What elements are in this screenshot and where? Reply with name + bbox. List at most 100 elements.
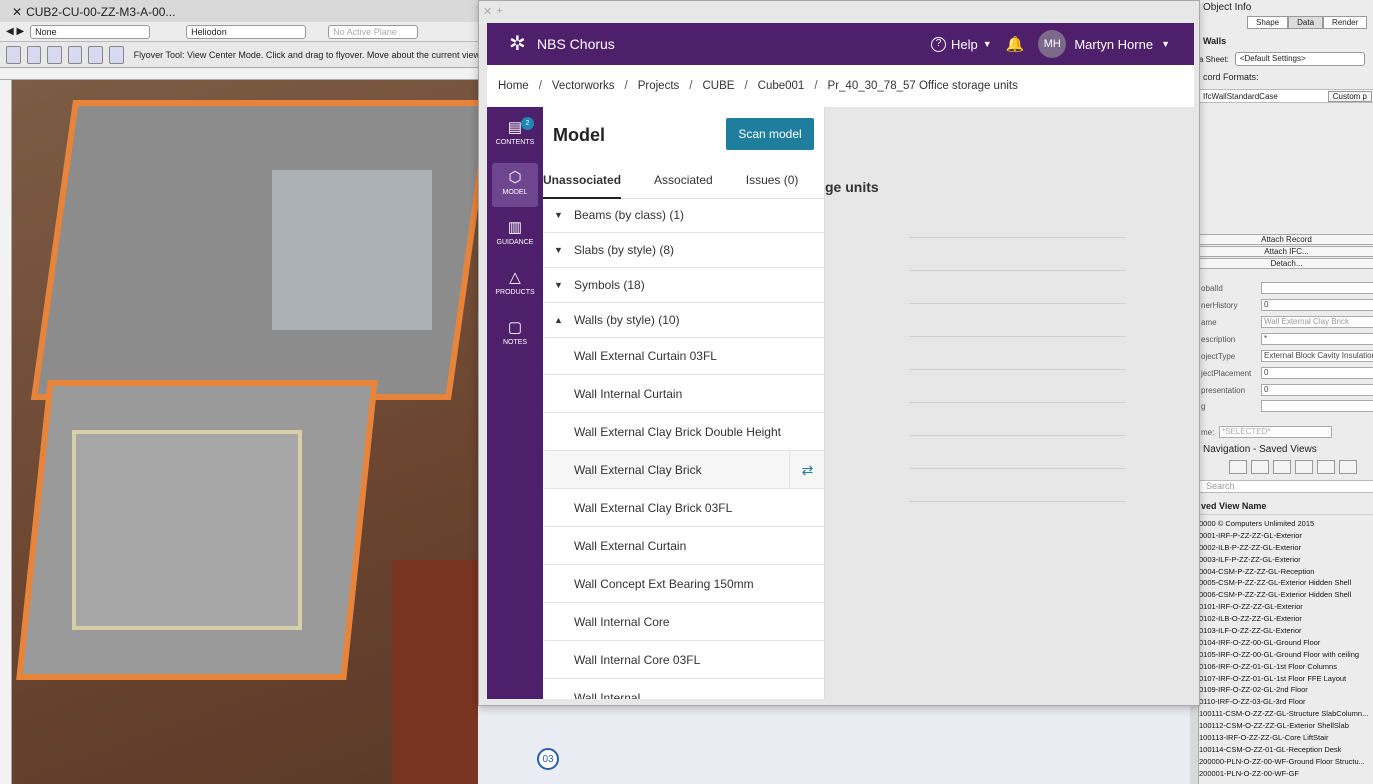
saved-view-row[interactable]: 0103-ILF-O-ZZ-ZZ-GL-Exterior	[1199, 625, 1373, 637]
saved-view-row[interactable]: 0002-ILB-P-ZZ-ZZ-GL-Exterior	[1199, 542, 1373, 554]
bell-icon[interactable]: 🔔	[1006, 35, 1025, 53]
saved-view-row[interactable]: 200000-PLN-O-ZZ-00-WF-Ground Floor Struc…	[1199, 756, 1373, 768]
layers-icon[interactable]	[1251, 460, 1269, 474]
sidenav-notes[interactable]: ▢ NOTES	[492, 313, 538, 357]
detach-button[interactable]: Detach...	[1199, 258, 1373, 269]
saved-view-row[interactable]: 0006-CSM-P-ZZ-ZZ-GL-Exterior Hidden Shel…	[1199, 589, 1373, 601]
document-tab[interactable]: ✕ CUB2-CU-00-ZZ-M3-A-00...	[12, 3, 175, 21]
list-item[interactable]: Wall External Curtain	[543, 527, 824, 565]
tool-icon[interactable]	[88, 45, 104, 64]
edit-icon[interactable]	[1339, 460, 1357, 474]
class-select[interactable]: None	[30, 24, 151, 39]
navigation-search-input[interactable]: Search	[1199, 480, 1373, 493]
saved-view-row[interactable]: 0102-ILB-O-ZZ-ZZ-GL-Exterior	[1199, 613, 1373, 625]
tab-unassociated[interactable]: Unassociated	[543, 169, 622, 199]
prop-value[interactable]: External Block Cavity Insulation	[1261, 350, 1373, 362]
list-item[interactable]: Wall Internal Curtain	[543, 375, 824, 413]
saved-view-row[interactable]: 0107-IRF-O-ZZ-01-GL-1st Floor FFE Layout	[1199, 673, 1373, 685]
plane-select[interactable]: No Active Plane	[328, 24, 419, 39]
note-icon: ▢	[507, 319, 523, 336]
saved-view-row[interactable]: 0105-IRF-O-ZZ-00-GL-Ground Floor with ce…	[1199, 649, 1373, 661]
list-item[interactable]: Wall Internal Core 03FL	[543, 641, 824, 679]
flyover-icon[interactable]	[1229, 460, 1247, 474]
saved-view-row[interactable]: 100113-IRF-O-ZZ-ZZ-GL-Core LiftStair	[1199, 732, 1373, 744]
list-item[interactable]: Wall External Clay Brick 03FL	[543, 489, 824, 527]
tab-render[interactable]: Render	[1323, 16, 1368, 29]
group-label: Walls (by style) (10)	[574, 313, 680, 327]
saved-view-row[interactable]: 0005-CSM-P-ZZ-ZZ-GL-Exterior Hidden Shel…	[1199, 577, 1373, 589]
prop-value[interactable]: Wall External Clay Brick	[1261, 316, 1373, 328]
custom-button[interactable]: Custom p	[1327, 90, 1372, 102]
model-viewport[interactable]	[12, 80, 482, 784]
saved-view-row[interactable]: 0110-IRF-O-ZZ-03-GL-3rd Floor	[1199, 696, 1373, 708]
list-item-selected[interactable]: Wall External Clay Brick ⇄	[543, 451, 824, 489]
sidenav-products[interactable]: △ PRODUCTS	[492, 263, 538, 307]
flyover-tool-icon[interactable]	[109, 45, 124, 64]
render-mode-select[interactable]: Heliodon	[186, 24, 307, 39]
breadcrumb-vectorworks[interactable]: Vectorworks	[552, 80, 615, 92]
tab-shape[interactable]: Shape	[1247, 16, 1289, 29]
breadcrumb: Home / Vectorworks / Projects / CUBE / Cube0…	[487, 65, 1194, 107]
prop-value[interactable]	[1261, 282, 1373, 294]
close-icon[interactable]: ✕	[12, 5, 22, 19]
tool-icon[interactable]	[26, 45, 42, 64]
saved-view-row[interactable]: 0106-IRF-O-ZZ-01-GL-1st Floor Columns	[1199, 661, 1373, 673]
scan-model-button[interactable]: Scan model	[726, 118, 814, 150]
list-item[interactable]: Wall External Curtain 03FL	[543, 337, 824, 375]
prop-row: presentation 0	[1199, 384, 1373, 398]
list-item[interactable]: Wall Concept Ext Bearing 150mm	[543, 565, 824, 603]
list-item[interactable]: Wall Internal	[543, 679, 824, 700]
saved-view-row[interactable]: 0003-ILF-P-ZZ-ZZ-GL-Exterior	[1199, 554, 1373, 566]
list-item[interactable]: Wall External Clay Brick Double Height	[543, 413, 824, 451]
list-item[interactable]: Wall Internal Core	[543, 603, 824, 641]
saved-view-row[interactable]: 100112-CSM-O-ZZ-ZZ-GL-Exterior ShellSlab	[1199, 720, 1373, 732]
tool-icon[interactable]	[47, 45, 62, 64]
tab-data[interactable]: Data	[1288, 16, 1324, 29]
tab-issues[interactable]: Issues (0)	[746, 169, 799, 199]
group-beams[interactable]: ▼ Beams (by class) (1)	[543, 198, 824, 233]
saved-view-row[interactable]: 0004-CSM-P-ZZ-ZZ-GL-Reception	[1199, 566, 1373, 578]
saved-view-row[interactable]: 0104-IRF-O-ZZ-00-GL-Ground Floor	[1199, 637, 1373, 649]
breadcrumb-home[interactable]: Home	[498, 80, 529, 92]
data-sheet-select[interactable]: <Default Settings>	[1234, 52, 1365, 66]
user-menu[interactable]: MH Martyn Horne ▼	[1038, 30, 1170, 58]
help-menu[interactable]: ? Help ▼	[930, 36, 992, 52]
close-icon[interactable]: ✕	[483, 5, 492, 18]
breadcrumb-projects[interactable]: Projects	[638, 80, 680, 92]
saved-view-row[interactable]: 0001-IRF-P-ZZ-ZZ-GL-Exterior	[1199, 530, 1373, 542]
saved-view-row[interactable]: 0101-IRF-O-ZZ-ZZ-GL-Exterior	[1199, 601, 1373, 613]
expand-icon[interactable]: +	[496, 5, 502, 17]
prop-value[interactable]: *SELECTED*	[1219, 426, 1332, 438]
sidenav-guidance[interactable]: ▥ GUIDANCE	[492, 213, 538, 257]
saved-view-row[interactable]: 0109-IRF-O-ZZ-02-GL-2nd Floor	[1199, 684, 1373, 696]
tool-icon[interactable]	[67, 45, 83, 64]
group-slabs[interactable]: ▼ Slabs (by style) (8)	[543, 233, 824, 268]
brand[interactable]: ✲ NBS Chorus	[509, 33, 615, 55]
saved-view-row[interactable]: 0000 © Computers Unlimited 2015	[1199, 518, 1373, 530]
sidenav-model[interactable]: ⬡ MODEL	[492, 163, 538, 207]
group-walls[interactable]: ▲ Walls (by style) (10)	[543, 303, 824, 338]
prop-value[interactable]: 0	[1261, 384, 1373, 396]
saved-view-column-header[interactable]: ved View Name	[1199, 501, 1373, 515]
breadcrumb-cube001[interactable]: Cube001	[758, 80, 805, 92]
attach-ifc-button[interactable]: Attach IFC...	[1199, 246, 1373, 257]
nav-back-icon[interactable]: ◀ ▶	[6, 26, 24, 37]
prop-value[interactable]: *	[1261, 333, 1373, 345]
saved-view-icon[interactable]	[1317, 460, 1335, 474]
group-symbols[interactable]: ▼ Symbols (18)	[543, 268, 824, 303]
prop-value[interactable]: 0	[1261, 299, 1373, 311]
breadcrumb-cube[interactable]: CUBE	[702, 80, 734, 92]
tab-associated[interactable]: Associated	[654, 169, 713, 199]
sheet-icon[interactable]	[1273, 460, 1291, 474]
prop-value[interactable]	[1261, 400, 1373, 412]
prop-value[interactable]: 0	[1261, 367, 1373, 379]
attach-record-button[interactable]: Attach Record	[1199, 234, 1373, 245]
saved-view-row[interactable]: 100114-CSM-O-ZZ-01-GL-Reception Desk	[1199, 744, 1373, 756]
saved-view-row[interactable]: 200001-PLN-O-ZZ-00-WF-GF	[1199, 768, 1373, 780]
record-row[interactable]: IfcWallStandardCase Custom p	[1199, 89, 1373, 103]
swap-icon[interactable]: ⇄	[789, 451, 824, 489]
tool-icon[interactable]	[6, 45, 21, 64]
saved-view-row[interactable]: 100111-CSM-O-ZZ-ZZ-GL-Structure SlabColu…	[1199, 708, 1373, 720]
viewport-icon[interactable]	[1295, 460, 1313, 474]
sidenav-contents[interactable]: ▤ CONTENTS 2	[492, 113, 538, 157]
